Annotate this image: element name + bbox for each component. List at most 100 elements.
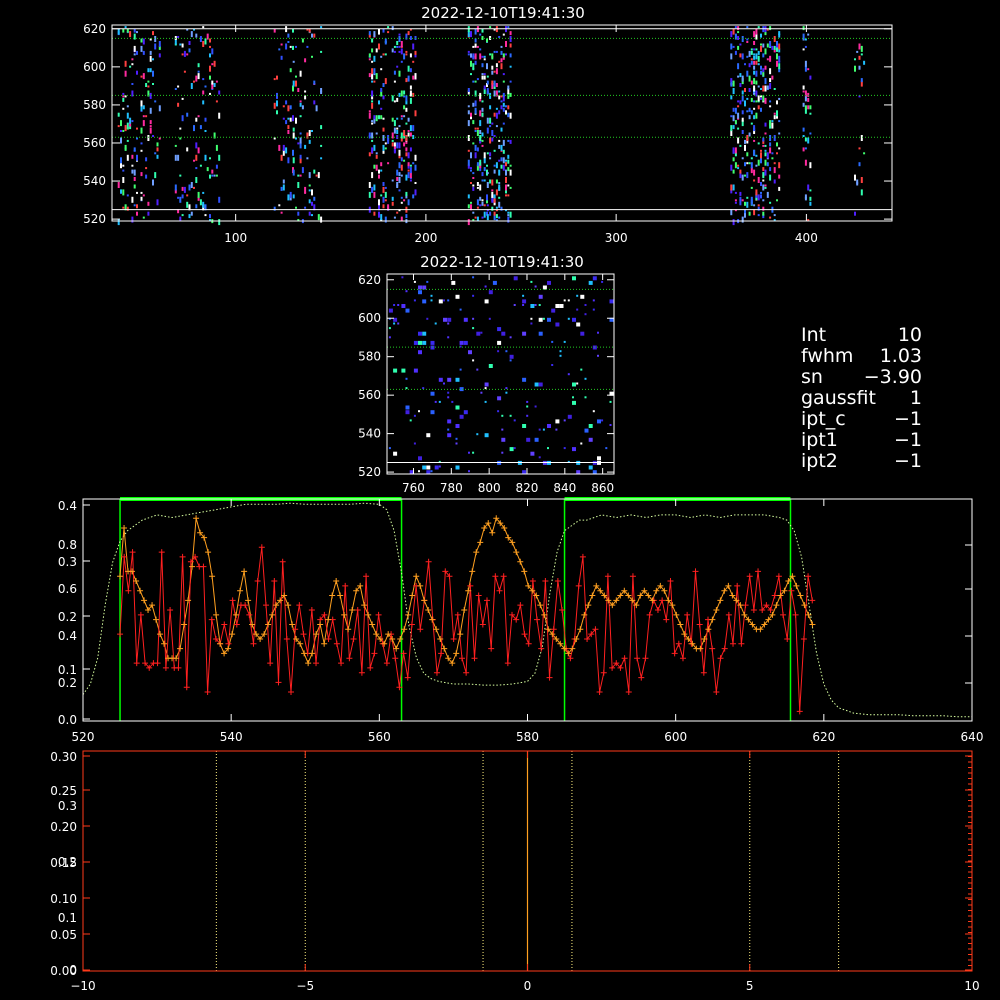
image-pixel <box>299 154 302 159</box>
orange-point <box>345 626 352 633</box>
image-pixel <box>860 45 863 52</box>
image-pixel <box>299 115 302 118</box>
image-pixel <box>145 157 148 162</box>
image-pixel <box>502 33 505 36</box>
red-point <box>221 621 228 628</box>
red-point <box>325 635 332 642</box>
image-pixel <box>734 199 737 202</box>
image-pixel <box>149 68 152 73</box>
image-pixel <box>807 92 810 97</box>
image-pixel <box>778 174 781 179</box>
image-pixel <box>186 147 189 152</box>
image-pixel <box>854 174 856 181</box>
image-pixel <box>776 60 778 67</box>
y-tick-label: 600 <box>358 311 381 325</box>
image-pixel <box>409 147 412 152</box>
image-pixel <box>174 88 177 90</box>
image-pixel <box>500 45 503 48</box>
image-pixel <box>380 88 383 92</box>
image-pixel <box>486 117 489 124</box>
image-pixel <box>762 144 765 147</box>
image-pixel <box>502 102 505 107</box>
image-pixel <box>755 112 758 119</box>
image-pixel <box>409 419 412 422</box>
image-pixel <box>489 157 492 160</box>
image-pixel <box>313 100 316 105</box>
orange-point <box>317 621 324 628</box>
red-point <box>342 582 349 589</box>
image-pixel <box>391 48 394 53</box>
image-pixel <box>387 26 390 29</box>
image-pixel <box>124 70 127 77</box>
image-pixel <box>856 179 859 186</box>
image-pixel <box>467 120 470 127</box>
image-pixel <box>313 33 316 38</box>
image-pixel <box>285 43 288 50</box>
image-pixel <box>405 78 408 83</box>
image-pixel <box>455 442 458 445</box>
image-pixel <box>495 50 498 53</box>
image-pixel <box>480 391 483 394</box>
image-pixel <box>601 280 604 283</box>
image-pixel <box>468 350 472 355</box>
image-pixel <box>493 194 496 199</box>
image-pixel <box>197 63 200 68</box>
red-point <box>167 607 174 613</box>
image-pixel <box>430 470 433 473</box>
y-tick-label-outer: 0.4 <box>58 629 77 643</box>
orange-point <box>709 616 716 623</box>
image-pixel <box>371 90 374 97</box>
image-pixel <box>500 58 503 63</box>
image-pixel <box>489 105 492 110</box>
image-pixel <box>497 327 502 332</box>
image-pixel <box>480 331 483 334</box>
figure-canvas: 2022-12-10T19:41:30 100 200 300 40052054056… <box>50 4 983 993</box>
orange-point <box>177 645 184 652</box>
image-pixel <box>507 214 510 217</box>
image-pixel <box>753 65 756 70</box>
red-point <box>179 553 186 560</box>
image-pixel <box>299 137 302 144</box>
image-pixel <box>498 60 501 63</box>
x-tick-label: 780 <box>440 481 463 495</box>
image-pixel <box>509 80 512 83</box>
image-pixel <box>739 43 742 46</box>
image-pixel <box>809 196 812 201</box>
image-pixel <box>124 60 127 67</box>
image-pixel <box>538 331 543 336</box>
image-pixel <box>484 400 487 403</box>
image-pixel <box>407 31 410 36</box>
image-pixel <box>398 45 401 48</box>
image-pixel <box>409 85 412 90</box>
image-pixel <box>311 130 313 132</box>
image-pixel <box>447 419 452 424</box>
orange-point <box>489 529 496 536</box>
image-pixel <box>287 157 290 164</box>
image-pixel <box>396 142 399 149</box>
image-pixel <box>414 50 417 55</box>
image-pixel <box>509 92 512 97</box>
image-pixel <box>502 149 505 154</box>
red-point <box>679 655 686 662</box>
image-pixel <box>497 350 500 353</box>
y-tick-label-inner: 0.25 <box>50 784 77 798</box>
image-pixel <box>215 80 218 83</box>
image-pixel <box>757 214 760 217</box>
red-point <box>684 611 691 618</box>
image-pixel <box>495 179 498 184</box>
image-pixel <box>491 137 494 142</box>
image-pixel <box>809 201 812 206</box>
image-pixel <box>748 63 751 68</box>
image-pixel <box>773 36 776 42</box>
image-pixel <box>152 135 154 137</box>
image-pixel <box>757 177 760 183</box>
top-image-panel: 2022-12-10T19:41:30 100 200 300 40052054056… <box>83 4 893 245</box>
image-pixel <box>405 191 408 196</box>
image-pixel <box>188 48 191 53</box>
image-pixel <box>398 50 401 53</box>
image-pixel <box>750 110 753 115</box>
image-pixel <box>769 147 772 154</box>
image-pixel <box>509 31 512 36</box>
y-tick-label: 600 <box>83 60 106 74</box>
image-pixel <box>476 130 479 136</box>
